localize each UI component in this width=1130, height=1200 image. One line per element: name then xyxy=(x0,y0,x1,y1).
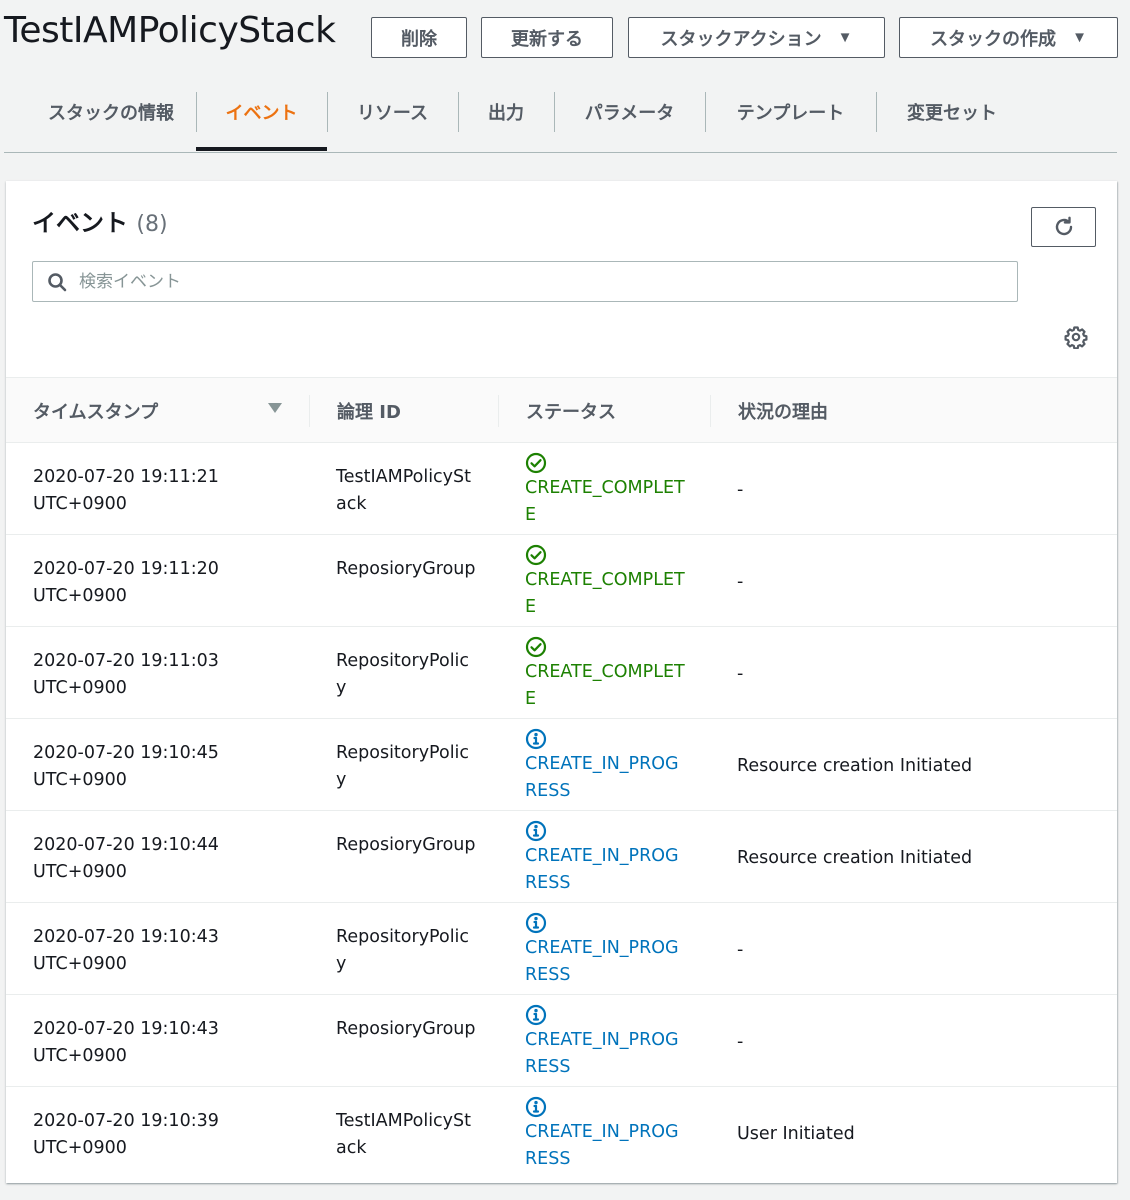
search-input[interactable] xyxy=(79,268,999,296)
create-stack-dropdown[interactable]: スタックの作成 ▼ xyxy=(899,17,1118,58)
tab-resources[interactable]: リソース xyxy=(327,92,458,132)
events-title: イベント xyxy=(32,209,128,237)
column-header-status[interactable]: ステータス xyxy=(526,378,616,444)
event-status-text: CREATE_IN_PROGRESS xyxy=(525,1030,679,1077)
event-status: CREATE_IN_PROGRESS xyxy=(525,728,687,804)
info-circle-icon xyxy=(525,1004,547,1026)
info-circle-icon xyxy=(525,820,547,842)
table-row: 2020-07-20 19:11:03 UTC+0900 RepositoryPo… xyxy=(6,627,1117,719)
event-status-text: CREATE_IN_PROGRESS xyxy=(525,938,679,985)
column-header-timestamp[interactable]: タイムスタンプ xyxy=(33,378,158,444)
event-timestamp: 2020-07-20 19:11:20 UTC+0900 xyxy=(33,559,219,606)
info-circle-icon xyxy=(525,1096,547,1118)
event-status-text: CREATE_IN_PROGRESS xyxy=(525,846,679,893)
event-logical-id: ReposioryGroup xyxy=(336,1019,476,1039)
event-status-reason: User Initiated xyxy=(737,1124,855,1144)
event-status-reason: Resource creation Initiated xyxy=(737,756,973,776)
search-box xyxy=(32,261,1018,302)
event-status-text: CREATE_IN_PROGRESS xyxy=(525,754,679,801)
refresh-icon xyxy=(1055,216,1072,236)
tab-change-sets[interactable]: 変更セット xyxy=(876,92,1028,132)
event-status: CREATE_COMPLETE xyxy=(525,544,687,620)
tab-stack-info[interactable]: スタックの情報 xyxy=(26,92,196,132)
table-row: 2020-07-20 19:11:21 UTC+0900 TestIAMPolic… xyxy=(6,443,1117,535)
event-status: CREATE_IN_PROGRESS xyxy=(525,912,687,988)
tab-template[interactable]: テンプレート xyxy=(705,92,876,132)
caret-down-icon: ▼ xyxy=(837,29,853,46)
active-tab-indicator xyxy=(196,147,327,151)
event-timestamp: 2020-07-20 19:10:43 UTC+0900 xyxy=(33,1019,219,1066)
event-logical-id: TestIAMPolicyStack xyxy=(336,467,472,514)
event-status-text: CREATE_IN_PROGRESS xyxy=(525,1122,679,1169)
events-table-body: 2020-07-20 19:11:21 UTC+0900 TestIAMPolic… xyxy=(6,443,1117,1179)
event-logical-id: RepositoryPolicy xyxy=(336,651,470,698)
table-row: 2020-07-20 19:10:43 UTC+0900 ReposioryGro… xyxy=(6,995,1117,1087)
events-panel: イベント (8) タイムスタンプ 論理 ID ステータス 状況の理由 2020-… xyxy=(6,181,1117,1183)
event-status: CREATE_IN_PROGRESS xyxy=(525,820,687,896)
table-header: タイムスタンプ 論理 ID ステータス 状況の理由 xyxy=(6,377,1117,443)
gear-icon xyxy=(1064,326,1088,349)
event-timestamp: 2020-07-20 19:10:45 UTC+0900 xyxy=(33,743,219,790)
column-divider xyxy=(309,395,310,427)
table-row: 2020-07-20 19:10:44 UTC+0900 ReposioryGro… xyxy=(6,811,1117,903)
update-button[interactable]: 更新する xyxy=(481,17,613,58)
event-timestamp: 2020-07-20 19:10:43 UTC+0900 xyxy=(33,927,219,974)
event-logical-id: ReposioryGroup xyxy=(336,559,476,579)
event-status: CREATE_COMPLETE xyxy=(525,452,687,528)
table-row: 2020-07-20 19:10:45 UTC+0900 RepositoryPo… xyxy=(6,719,1117,811)
event-timestamp: 2020-07-20 19:10:44 UTC+0900 xyxy=(33,835,219,882)
event-status: CREATE_IN_PROGRESS xyxy=(525,1096,687,1172)
events-count: (8) xyxy=(136,212,168,237)
info-circle-icon xyxy=(525,912,547,934)
event-status-text: CREATE_COMPLETE xyxy=(525,662,685,709)
event-status-reason: - xyxy=(737,940,744,960)
preferences-button[interactable] xyxy=(1063,324,1089,350)
event-status-reason: Resource creation Initiated xyxy=(737,848,973,868)
page-title: TestIAMPolicyStack xyxy=(4,10,336,51)
table-row: 2020-07-20 19:11:20 UTC+0900 ReposioryGro… xyxy=(6,535,1117,627)
check-circle-icon xyxy=(525,544,547,566)
sort-caret-down-icon[interactable] xyxy=(268,403,282,413)
table-row: 2020-07-20 19:10:39 UTC+0900 TestIAMPolic… xyxy=(6,1087,1117,1179)
event-status-reason: - xyxy=(737,572,744,592)
event-logical-id: RepositoryPolicy xyxy=(336,927,470,974)
event-logical-id: ReposioryGroup xyxy=(336,835,476,855)
event-status-text: CREATE_COMPLETE xyxy=(525,570,685,617)
check-circle-icon xyxy=(525,452,547,474)
event-status-reason: - xyxy=(737,664,744,684)
column-divider xyxy=(498,395,499,427)
column-header-logical-id[interactable]: 論理 ID xyxy=(337,378,401,444)
column-divider xyxy=(710,395,711,427)
tab-outputs[interactable]: 出力 xyxy=(458,92,554,132)
table-row: 2020-07-20 19:10:43 UTC+0900 RepositoryPo… xyxy=(6,903,1117,995)
events-heading: イベント (8) xyxy=(32,203,168,238)
stack-tabs: スタックの情報 イベント リソース 出力 パラメータ テンプレート 変更セット xyxy=(4,82,1117,153)
info-circle-icon xyxy=(525,728,547,750)
check-circle-icon xyxy=(525,636,547,658)
event-logical-id: TestIAMPolicyStack xyxy=(336,1111,472,1158)
event-timestamp: 2020-07-20 19:10:39 UTC+0900 xyxy=(33,1111,219,1158)
stack-header: TestIAMPolicyStack 削除 更新する スタックアクション ▼ ス… xyxy=(0,0,1130,75)
stack-actions-dropdown[interactable]: スタックアクション ▼ xyxy=(628,17,885,58)
event-status-reason: - xyxy=(737,1032,744,1052)
caret-down-icon: ▼ xyxy=(1072,29,1087,46)
tab-parameters[interactable]: パラメータ xyxy=(554,92,705,132)
event-status-reason: - xyxy=(737,480,744,500)
delete-button[interactable]: 削除 xyxy=(371,17,467,58)
column-header-reason[interactable]: 状況の理由 xyxy=(738,378,828,444)
event-logical-id: RepositoryPolicy xyxy=(336,743,470,790)
event-timestamp: 2020-07-20 19:11:21 UTC+0900 xyxy=(33,467,219,514)
event-status: CREATE_IN_PROGRESS xyxy=(525,1004,687,1080)
refresh-button[interactable] xyxy=(1031,207,1096,247)
event-timestamp: 2020-07-20 19:11:03 UTC+0900 xyxy=(33,651,219,698)
event-status-text: CREATE_COMPLETE xyxy=(525,478,685,525)
event-status: CREATE_COMPLETE xyxy=(525,636,687,712)
stack-actions-label: スタックアクション xyxy=(660,28,822,49)
tab-events[interactable]: イベント xyxy=(196,92,327,132)
search-icon xyxy=(48,273,67,292)
create-stack-label: スタックの作成 xyxy=(930,28,1057,49)
